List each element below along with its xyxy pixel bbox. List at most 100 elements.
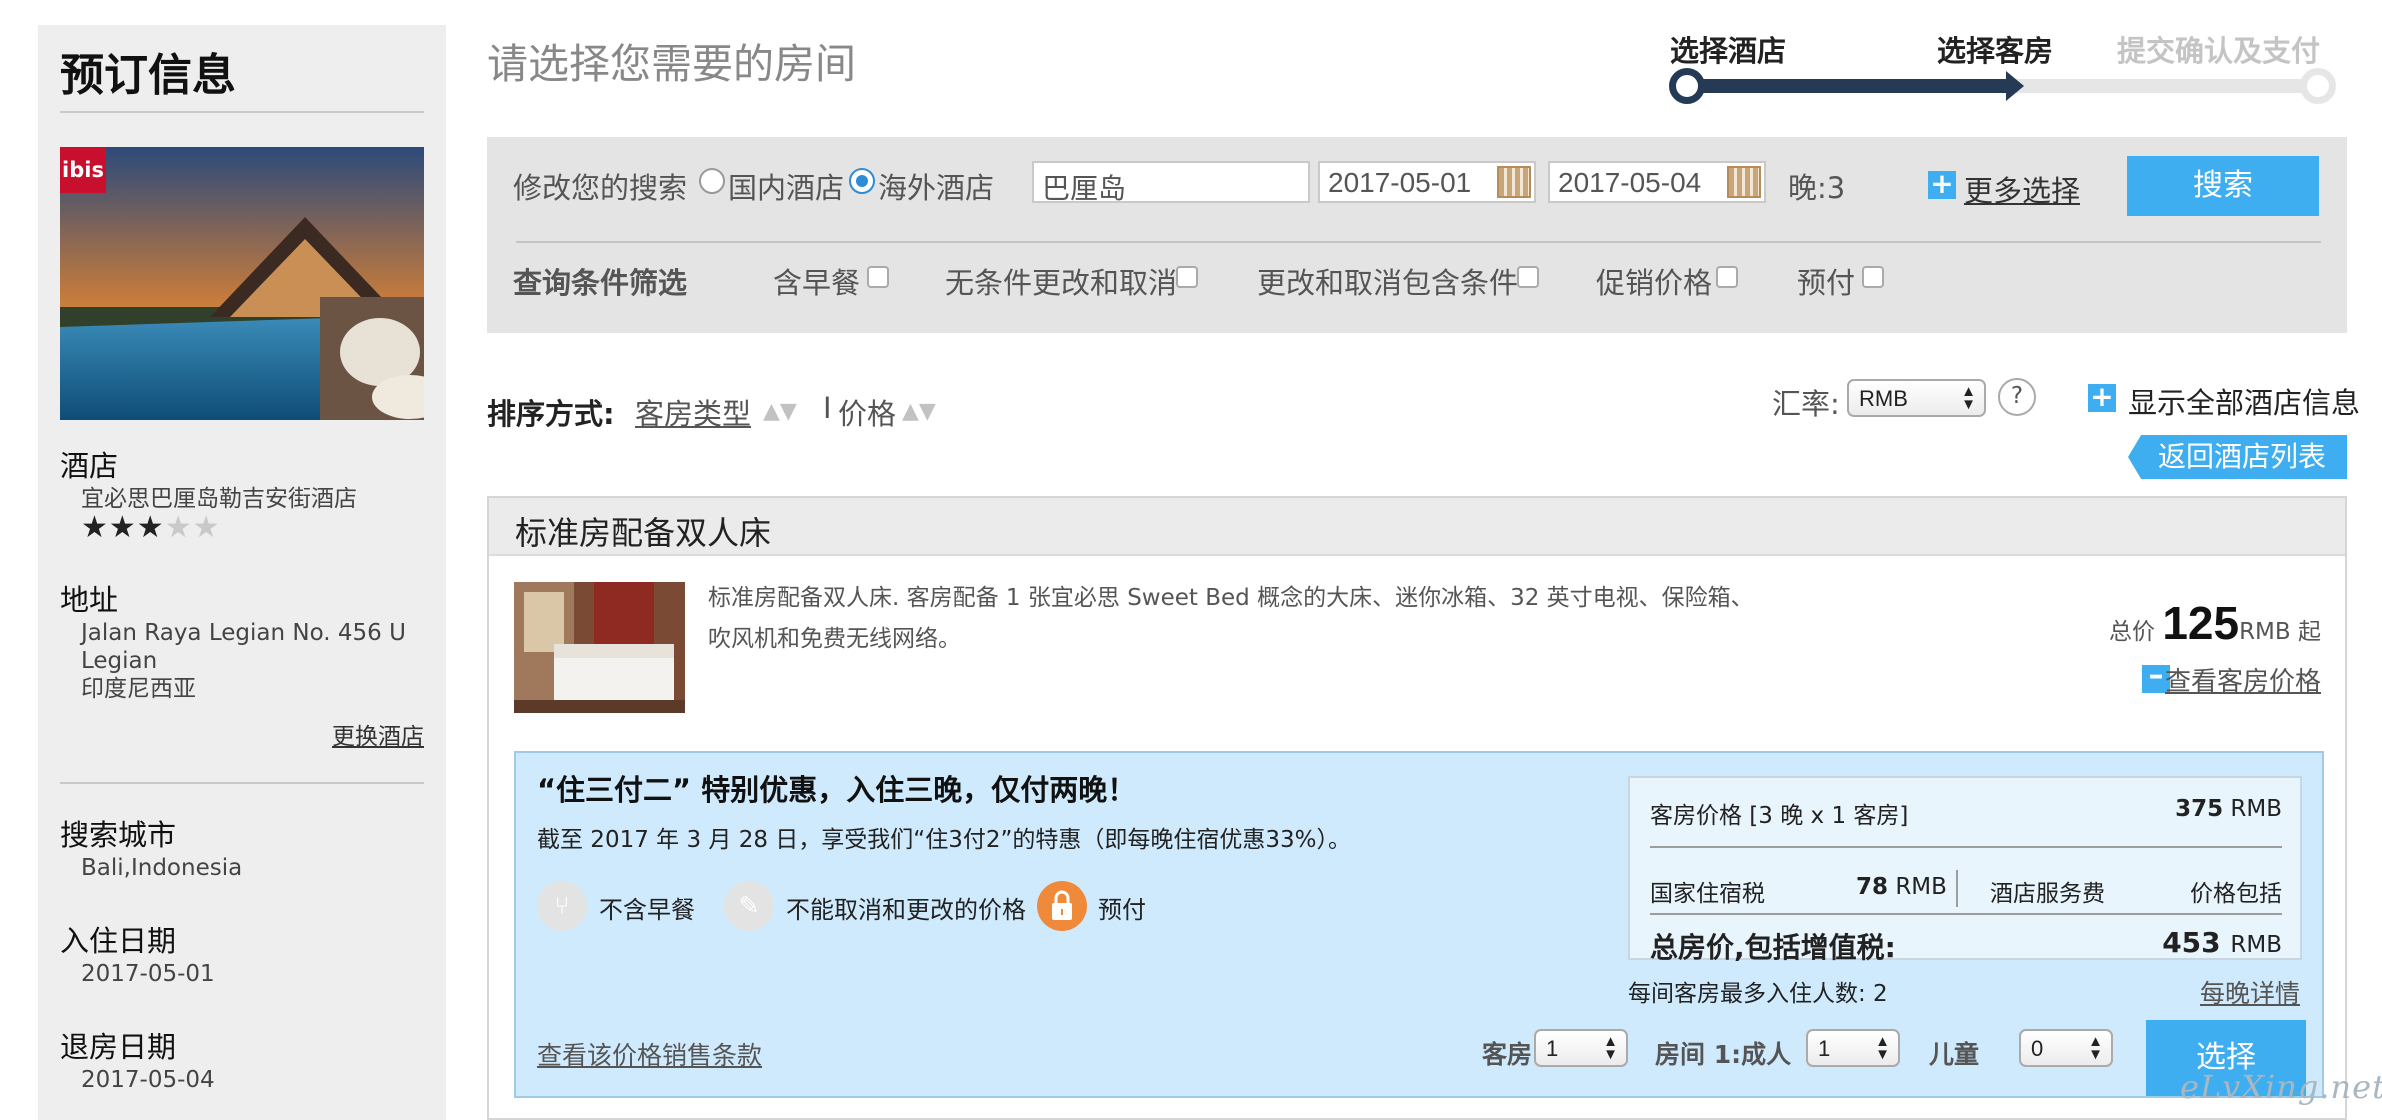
progress-arrow-icon [2006,71,2024,101]
feature-prepay: 预付 [1098,896,1146,924]
filter-breakfast-checkbox[interactable] [867,266,889,288]
adults-select[interactable]: 1 ▲ ▼ [1806,1029,1900,1067]
room-price-label: 客房价格 [3 晚 x 1 客房] [1650,803,1909,829]
divider [1956,870,1958,907]
help-icon[interactable]: ? [1998,378,2036,416]
rooms-value: 1 [1546,1036,1559,1061]
divider [1650,846,2282,848]
plus-icon[interactable]: + [2088,383,2116,412]
search-city-label: 搜索城市 [60,818,177,852]
divider [60,111,424,113]
more-options-link[interactable]: 更多选择 [1964,168,2080,210]
sort-label: 排序方式: [487,397,615,431]
filter-prepay-checkbox[interactable] [1862,266,1884,288]
checkout-value: 2017-05-04 [81,1067,215,1093]
back-to-hotel-list-button[interactable]: 返回酒店列表 [2128,435,2347,479]
room-price-row: 客房价格 [3 晚 x 1 客房] 375 RMB [1650,796,2282,830]
filter-promo-label[interactable]: 促销价格 [1596,260,1712,302]
filter-label: 查询条件筛选 [513,266,688,300]
divider [1650,913,2282,915]
grand-total-label: 总房价,包括增值税: [1650,931,1896,964]
step-select-room: 选择客房 [1937,34,2054,68]
filter-conditional-cancel-checkbox[interactable] [1517,266,1539,288]
sales-terms-link[interactable]: 查看该价格销售条款 [537,1036,762,1072]
progress-fill [1685,79,2011,93]
feature-no-breakfast: 不含早餐 [599,896,695,924]
booking-sidebar: 预订信息 ibis 酒店 宜必思巴厘岛勒吉安街酒店 ★★★★★ 地址 Jalan… [38,25,446,1120]
address-line-2: Legian [81,648,158,674]
checkin-value: 2017-05-01 [81,961,215,987]
room-price-amount: 375 RMB [2175,796,2282,822]
children-label: 儿童 [1929,1040,1980,1069]
sort-asc-icon[interactable]: ▲▼ [763,399,797,424]
calendar-icon[interactable] [1727,166,1761,198]
total-suffix: RMB 起 [2239,619,2321,645]
plus-icon[interactable]: + [1928,170,1956,199]
sidebar-title: 预订信息 [60,50,236,101]
radio-domestic[interactable] [699,168,725,194]
hotel-label: 酒店 [60,449,119,483]
search-button[interactable]: 搜索 [2127,156,2319,216]
change-hotel-link[interactable]: 更换酒店 [332,717,424,751]
children-value: 0 [2031,1036,2044,1061]
select-arrows-icon: ▲ ▼ [1961,383,1976,413]
service-fee-value: 价格包括 [2190,881,2282,907]
grand-total-amount: 453 RMB [2162,926,2282,959]
select-arrows-icon: ▲ ▼ [2088,1033,2103,1063]
search-city-value: Bali,Indonesia [81,855,243,881]
calendar-icon[interactable] [1497,166,1531,198]
room-photo[interactable] [514,582,685,713]
sort-separator: I [823,391,832,425]
rooms-label: 客房 [1482,1040,1533,1069]
grand-total-row: 总房价,包括增值税: 453 RMB [1650,926,2282,966]
room-card: 标准房配备双人床 标准房配备双人床. 客房配备 1 张宜必思 Sweet Bed… [487,496,2347,1120]
tax-row: 国家住宿税 78 RMB 酒店服务费 价格包括 [1650,874,2282,908]
filter-prepay-label[interactable]: 预付 [1797,260,1855,302]
nightly-details-link[interactable]: 每晚详情 [2200,974,2300,1010]
step-select-hotel: 选择酒店 [1670,34,1787,68]
no-change-icon: ✎ [724,881,774,931]
destination-input[interactable]: 巴厘岛 [1032,161,1310,204]
radio-domestic-label[interactable]: 国内酒店 [728,165,844,207]
view-room-prices-link[interactable]: 查看客房价格 [2165,661,2321,698]
fork-knife-icon: ⑂ [537,881,587,931]
star-rating: ★★★★★ [81,510,221,545]
checkout-label: 退房日期 [60,1030,177,1064]
select-arrows-icon: ▲ ▼ [1603,1033,1618,1063]
adults-value: 1 [1818,1036,1831,1061]
children-select[interactable]: 0 ▲ ▼ [2019,1029,2113,1067]
radio-overseas-label[interactable]: 海外酒店 [878,165,994,207]
currency-select[interactable]: RMB ▲ ▼ [1847,379,1986,417]
filter-breakfast-label[interactable]: 含早餐 [773,260,860,302]
hotel-name: 宜必思巴厘岛勒吉安街酒店 [81,486,357,512]
sort-price-link[interactable]: 价格 [838,391,896,433]
step-confirm-pay: 提交确认及支付 [2117,34,2321,68]
tax-amount: 78 RMB [1856,874,1947,900]
room-header: 标准房配备双人床 [489,498,2345,556]
filter-free-cancel-checkbox[interactable] [1176,266,1198,288]
price-breakdown-box: 客房价格 [3 晚 x 1 客房] 375 RMB 国家住宿税 78 RMB 酒… [1628,776,2302,964]
divider [60,782,424,784]
filter-promo-checkbox[interactable] [1716,266,1738,288]
total-amount: 125 [2162,597,2240,649]
exchange-rate-label: 汇率: [1772,387,1840,421]
progress-end-dot [2300,68,2336,104]
filter-free-cancel-label[interactable]: 无条件更改和取消 [945,260,1177,302]
watermark: eLvXing.net [2180,1068,2382,1106]
sort-room-type-link[interactable]: 客房类型 [635,391,751,433]
modify-search-label: 修改您的搜索 [513,171,688,205]
radio-overseas[interactable] [849,168,875,194]
sort-price-icon[interactable]: ▲▼ [902,399,936,424]
rate-offer-panel: “住三付二” 特别优惠，入住三晚，仅付两晚！ 截至 2017 年 3 月 28 … [514,751,2324,1098]
rooms-select[interactable]: 1 ▲ ▼ [1534,1029,1628,1067]
offer-title: “住三付二” 特别优惠，入住三晚，仅付两晚！ [537,773,1137,807]
tax-label: 国家住宿税 [1650,881,1765,907]
ibis-logo: ibis [60,147,106,193]
search-panel: 修改您的搜索 国内酒店 海外酒店 巴厘岛 2017-05-01 2017-05-… [487,137,2347,333]
lock-icon [1037,881,1087,931]
show-all-hotel-info-link[interactable]: 显示全部酒店信息 [2128,380,2360,422]
nights-count: 晚:3 [1788,171,1846,205]
service-fee-label: 酒店服务费 [1990,881,2105,907]
filter-conditional-cancel-label[interactable]: 更改和取消包含条件 [1257,260,1518,302]
address-line-3: 印度尼西亚 [81,676,196,702]
